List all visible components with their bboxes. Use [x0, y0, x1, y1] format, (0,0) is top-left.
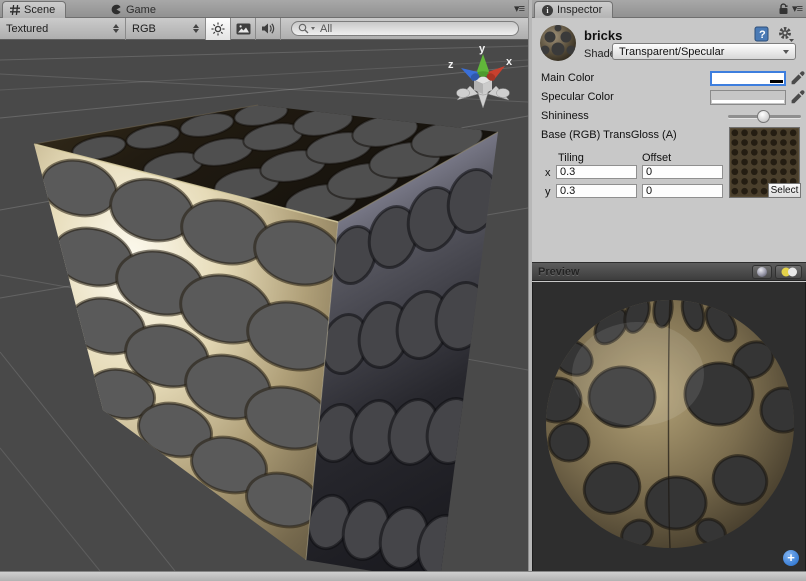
tiling-y-field[interactable]	[556, 184, 637, 198]
gizmo-z-label: z	[448, 59, 454, 71]
specular-color-alpha-bar	[712, 100, 784, 103]
updown-arrows-icon	[113, 24, 119, 33]
eyedropper-icon[interactable]	[790, 70, 805, 86]
inspector-pane-menu-icon[interactable]: ▾≡	[792, 2, 802, 15]
channel-mode-dropdown[interactable]: RGB	[126, 18, 206, 40]
gizmo-y-axis[interactable]	[476, 54, 490, 77]
preview-light-toggle[interactable]	[775, 265, 802, 279]
scene-grid-icon	[10, 5, 20, 15]
game-icon	[111, 4, 122, 15]
tab-inspector-label: Inspector	[557, 4, 602, 16]
scene-render: y x z	[0, 40, 528, 571]
preview-sphere-render	[533, 282, 805, 571]
scene-audio-toggle[interactable]	[256, 18, 281, 40]
material-preview-viewport[interactable]: +	[532, 282, 806, 571]
select-texture-button[interactable]: Select	[768, 183, 801, 198]
draw-mode-value: Textured	[6, 23, 48, 35]
search-filter-value: All	[320, 23, 332, 35]
select-button-label: Select	[771, 185, 799, 196]
base-map-label: Base (RGB) TransGloss (A)	[541, 129, 677, 141]
tab-scene-label: Scene	[24, 4, 55, 16]
tiling-x-field[interactable]	[556, 165, 637, 179]
updown-arrows-icon	[193, 24, 199, 33]
scene-tabbar: Scene Game ▾≡	[0, 0, 528, 18]
help-icon[interactable]: ?	[754, 26, 770, 42]
channel-mode-value: RGB	[132, 23, 156, 35]
image-icon	[236, 23, 251, 35]
gizmo-x-label: x	[506, 56, 513, 68]
info-icon: i	[542, 5, 553, 16]
tab-game-label: Game	[126, 4, 156, 16]
sphere-icon	[753, 266, 771, 278]
shininess-label: Shininess	[541, 110, 589, 122]
scene-3d-viewport[interactable]: y x z	[0, 40, 528, 571]
offset-header: Offset	[642, 152, 671, 164]
tab-game[interactable]: Game	[104, 1, 166, 18]
chevron-down-icon	[783, 50, 789, 54]
status-bar	[0, 571, 806, 581]
shader-dropdown-value: Transparent/Specular	[619, 46, 724, 58]
search-icon	[298, 23, 309, 34]
main-color-swatch[interactable]	[710, 71, 786, 86]
scene-toolbar: Textured RGB	[0, 18, 528, 40]
shininess-thumb[interactable]	[757, 110, 770, 123]
tab-inspector[interactable]: i Inspector	[534, 1, 613, 18]
specular-color-swatch[interactable]	[710, 90, 786, 105]
search-filter-caret-icon[interactable]	[311, 27, 315, 30]
two-lights-icon	[778, 266, 800, 278]
eyedropper-icon[interactable]	[790, 89, 805, 105]
axis-x-label: x	[545, 167, 551, 179]
gizmo-y-label: y	[479, 43, 486, 55]
scene-pane-menu-icon[interactable]: ▾≡	[514, 2, 524, 15]
svg-text:?: ?	[759, 29, 766, 41]
preview-title: Preview	[538, 266, 580, 278]
tab-scene[interactable]: Scene	[2, 1, 66, 18]
material-name: bricks	[584, 28, 622, 43]
main-color-alpha-bar	[713, 80, 783, 83]
shader-dropdown[interactable]: Transparent/Specular	[612, 43, 796, 60]
scene-lighting-toggle[interactable]	[206, 18, 231, 40]
cube-object[interactable]	[34, 98, 505, 571]
lock-icon[interactable]	[778, 3, 789, 15]
sun-icon	[211, 22, 225, 36]
inspector-panel: i Inspector ▾≡ bricks Shader Tra	[532, 0, 806, 571]
specular-color-label: Specular Color	[541, 91, 614, 103]
axis-y-label: y	[545, 186, 551, 198]
draw-mode-dropdown[interactable]: Textured	[0, 18, 126, 40]
main-color-label: Main Color	[541, 72, 594, 84]
tiling-header: Tiling	[558, 152, 584, 164]
inspector-tabbar: i Inspector ▾≡	[532, 0, 806, 18]
speaker-icon	[261, 22, 275, 35]
scene-panel: Scene Game ▾≡ Textured RGB	[0, 0, 529, 571]
shininess-slider[interactable]	[728, 115, 801, 118]
preview-zoom-button[interactable]: +	[783, 550, 799, 566]
scene-skybox-toggle[interactable]	[231, 18, 256, 40]
preview-header[interactable]: Preview	[532, 262, 806, 281]
offset-y-field[interactable]	[642, 184, 723, 198]
material-preview-icon	[538, 23, 578, 63]
offset-x-field[interactable]	[642, 165, 723, 179]
scene-search-input[interactable]: All	[291, 21, 519, 36]
gear-icon[interactable]	[778, 26, 794, 42]
preview-mesh-button[interactable]	[752, 265, 772, 279]
